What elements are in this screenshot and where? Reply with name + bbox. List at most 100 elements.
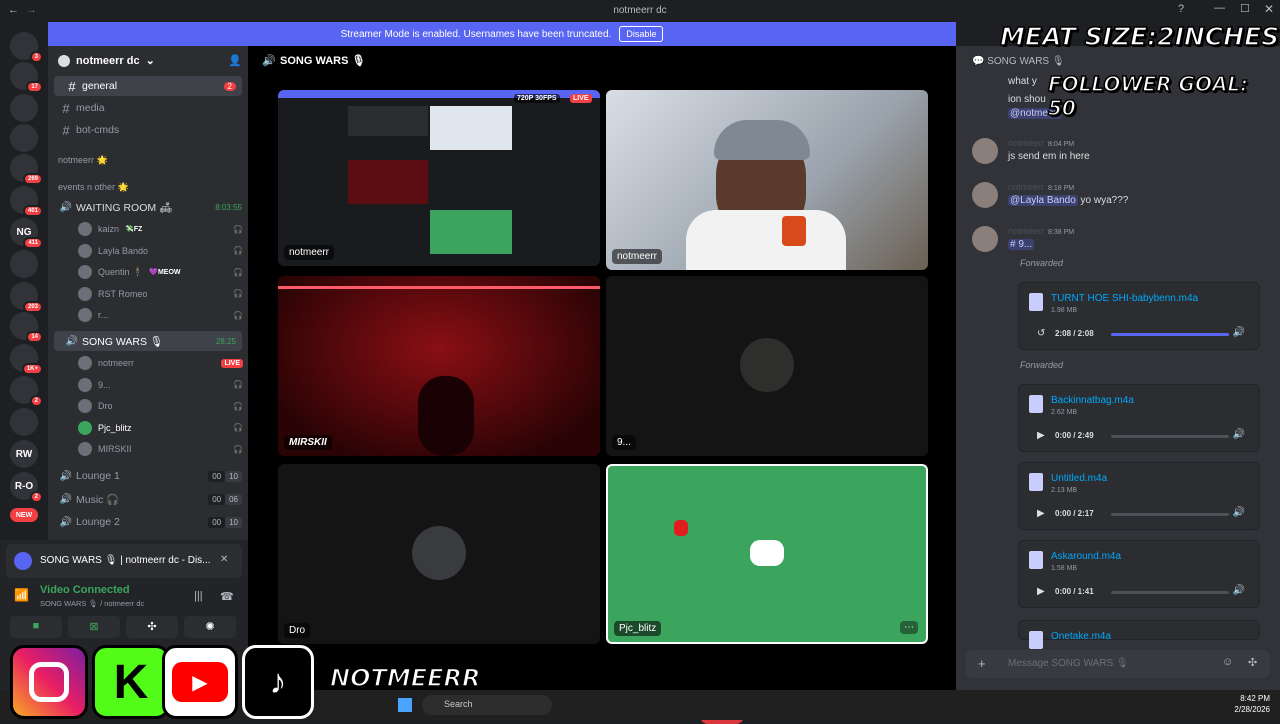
progress-bar[interactable] [1111,591,1229,594]
server-icon-15[interactable]: NEW [10,508,38,522]
progress-bar[interactable] [1111,435,1229,438]
server-icon-4[interactable]: 269 [10,154,43,185]
server-icon-13[interactable]: RW [10,440,38,468]
server-icon-14[interactable]: R-O 2 [10,472,43,503]
file-name[interactable]: TURNT HOE SHI-babybenn.m4a [1051,293,1198,304]
voice-user[interactable]: RST Romeo 🎧 [78,284,243,304]
voice-user[interactable]: Layla Bando 🎧 [78,241,243,261]
webcam-tile[interactable]: notmeerr [606,90,928,270]
close-activity-icon[interactable]: ✕ [220,554,228,565]
mention[interactable]: @Layla Bando [1008,195,1078,206]
file-name[interactable]: Backinnatbag.m4a [1051,395,1134,406]
replay-icon[interactable]: ↺ [1037,328,1045,339]
channel-general[interactable]: # general 2 [54,76,242,96]
add-member-icon[interactable]: 👤 [228,54,242,67]
server-icon-10[interactable]: 1K+ [10,344,43,375]
volume-icon[interactable]: 🔊 [1233,585,1245,596]
youtube-icon: ▶ [162,645,238,719]
screen-share-icon[interactable]: ⊠ [68,616,120,638]
disconnect-icon[interactable]: ☎ [220,590,234,603]
user-9-tile[interactable]: 9... [606,276,928,456]
audio-attachment: Askaround.m4a 1.58 MB ▶ 0:00 / 1:41 🔊 [1018,540,1260,608]
voice-channel[interactable]: 🔊 WAITING ROOM 🛋 8:03:55 [48,197,248,217]
help-icon[interactable]: ? [1178,3,1184,15]
mirskii-tile[interactable]: MIRSKII [278,276,600,456]
channel-bot-cmds[interactable]: # bot-cmds [48,120,248,140]
dro-tile[interactable]: Dro [278,464,600,644]
minimize-icon[interactable]: — [1214,2,1225,14]
server-icon-7[interactable] [10,250,38,278]
server-icon-6[interactable]: NG 411 [10,218,43,249]
server-header[interactable]: notmeerr dc ⌄ [58,54,155,67]
disable-button[interactable]: Disable [619,26,664,42]
lounge-channel[interactable]: 🔊 Lounge 1 00 10 [48,466,248,486]
voice-user[interactable]: 9... 🎧 [78,375,243,395]
progress-bar[interactable] [1111,513,1229,516]
play-icon[interactable]: ▶ [1037,586,1045,597]
author-name[interactable]: notmeerr [1008,182,1044,192]
server-icon-2[interactable] [10,94,38,122]
close-icon[interactable]: ✕ [1264,2,1274,16]
volume-icon[interactable]: 🔊 [1233,507,1245,518]
author-name[interactable]: notmeerr [1008,226,1044,236]
voice-user[interactable]: r... 🎧 [78,305,243,325]
server-icon-11[interactable]: 2 [10,376,43,407]
avatar[interactable] [972,138,998,164]
plus-icon[interactable]: + [978,656,986,671]
activities-icon[interactable]: ✣ [126,616,178,638]
connection-channel[interactable]: SONG WARS 🎙 / notmeerr dc [40,599,144,608]
soundboard-icon[interactable]: ✺ [184,616,236,638]
file-name[interactable]: Askaround.m4a [1051,551,1121,562]
server-icon-1[interactable]: 17 [10,62,43,93]
screen-share-tile[interactable]: 720P 30FPS LIVE notmeerr [278,90,600,266]
server-icon-3[interactable] [10,124,38,152]
server-icon-9[interactable]: 14 [10,312,43,343]
speaker-icon: 🔊 [59,470,73,482]
lounge-channel[interactable]: 🔊 Music 🎧 00 06 [48,489,248,509]
message-input[interactable]: + Message SONG WARS 🎙 ☺ ✣ [966,650,1270,678]
maximize-icon[interactable]: ☐ [1240,2,1250,15]
shared-pane [348,106,428,136]
avatar[interactable] [972,182,998,208]
volume-icon[interactable]: 🔊 [1233,429,1245,440]
volume-icon[interactable]: 🔊 [1233,327,1245,338]
voice-user[interactable]: Quentin 🕴 💜MEOW 🎧 [78,262,243,282]
play-icon[interactable]: ▶ [1037,430,1045,441]
author-name[interactable]: notmeerr [1008,138,1044,148]
noise-suppression-icon[interactable]: ||| [194,590,203,602]
pjc-blitz-tile[interactable]: Pjc_blitz ⋯ [606,464,928,644]
lounge-channel[interactable]: 🔊 Lounge 2 00 10 [48,512,248,532]
more-options-icon[interactable]: ⋯ [900,621,918,634]
taskbar-search[interactable]: Search [422,695,552,715]
activity-card[interactable]: SONG WARS 🎙 | notmeerr dc - Dis... ✕ [6,544,242,578]
user-name: notmeerr [98,358,135,368]
progress-bar[interactable] [1111,333,1229,336]
voice-user[interactable]: notmeerr LIVE [78,353,243,373]
file-name[interactable]: Untitled.m4a [1051,473,1107,484]
tile-name: notmeerr [612,249,663,264]
camera-icon[interactable]: ■ [10,616,62,638]
server-icon-8[interactable]: 203 [10,282,43,313]
avatar [78,222,92,236]
category-events[interactable]: events n other 🌟 [48,177,248,197]
live-badge: LIVE [221,358,243,368]
voice-channel[interactable]: 🔊 SONG WARS 🎙 28:25 [54,331,242,351]
file-size: 1.98 MB [1051,307,1078,314]
server-icon-0[interactable]: 3 [10,32,43,63]
voice-user[interactable]: Pjc_blitz 🎧 [78,418,243,438]
file-name[interactable]: Onetake.m4a [1051,631,1111,642]
discord-icon [14,552,32,570]
avatar[interactable] [972,226,998,252]
play-icon[interactable]: ▶ [1037,508,1045,519]
voice-user[interactable]: Dro 🎧 [78,396,243,416]
server-icon-12[interactable] [10,408,38,436]
apps-icon[interactable]: ✣ [1248,656,1257,669]
server-icon-5[interactable]: 401 [10,186,43,217]
voice-user[interactable]: MIRSKII 🎧 [78,439,243,459]
emoji-icon[interactable]: ☺ [1222,656,1233,668]
category-notmeerr[interactable]: notmeerr 🌟 [48,150,248,170]
windows-start-icon[interactable] [398,698,412,712]
voice-user[interactable]: kaizn 💸FZ 🎧 [78,219,243,239]
voice-channel-name: WAITING ROOM 🛋 [76,201,173,214]
channel-media[interactable]: # media [48,98,248,118]
